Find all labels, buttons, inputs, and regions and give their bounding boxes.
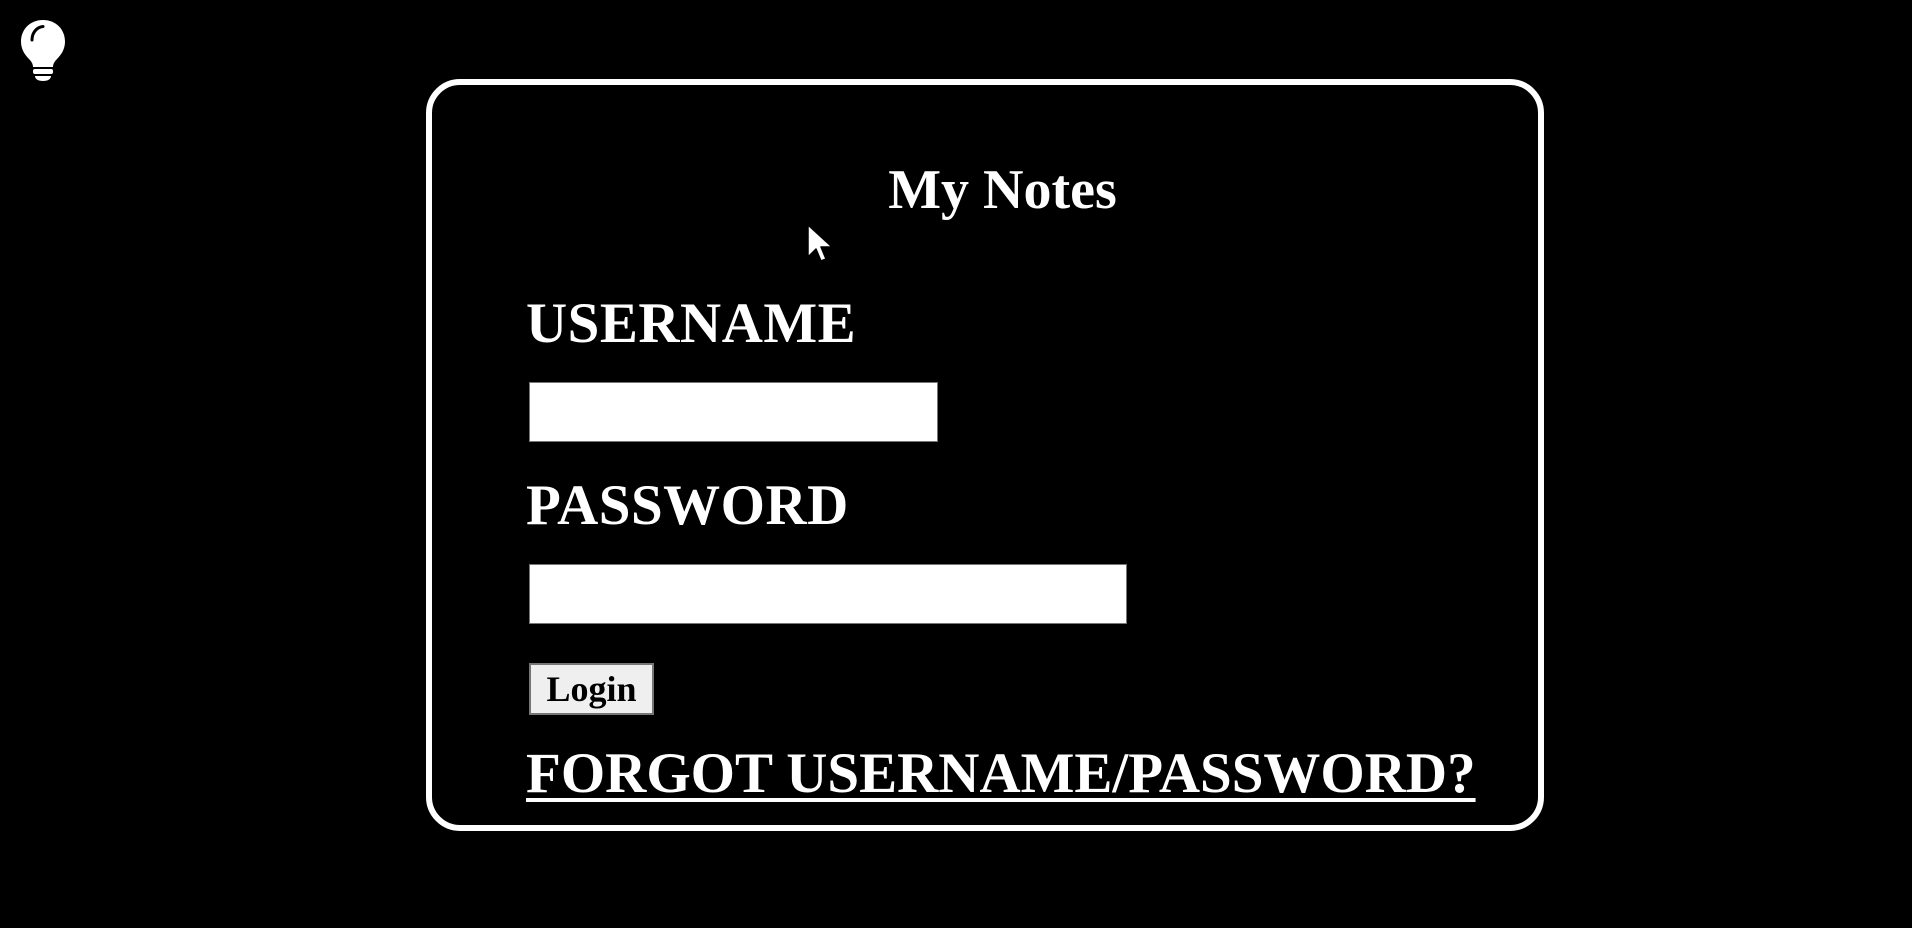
login-button[interactable]: Login [529, 663, 654, 715]
login-card: My Notes USERNAME PASSWORD Login FORGOT … [426, 79, 1544, 831]
password-label: PASSWORD [526, 474, 849, 537]
username-label: USERNAME [526, 292, 857, 355]
password-input[interactable] [529, 564, 1127, 624]
username-input[interactable] [529, 382, 938, 442]
lightbulb-icon [19, 18, 67, 82]
theme-toggle-button[interactable] [19, 18, 67, 82]
page-title: My Notes [888, 159, 1117, 221]
forgot-credentials-link[interactable]: FORGOT USERNAME/PASSWORD? [526, 742, 1476, 806]
